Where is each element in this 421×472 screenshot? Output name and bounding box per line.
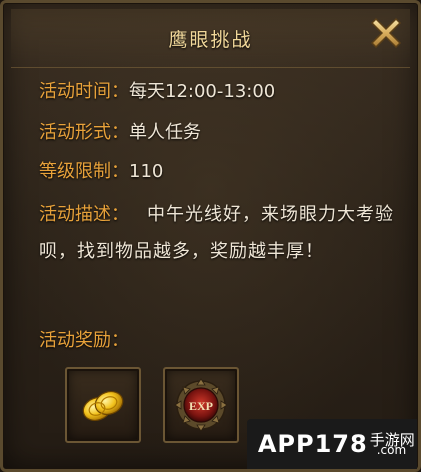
close-icon [370, 17, 402, 49]
form-row: 活动形式：单人任务 [39, 120, 201, 146]
exp-label: EXP [189, 399, 213, 413]
description-block: 活动描述： 中午光线好，来场眼力大考验呗，找到物品越多，奖励越丰厚！ [39, 196, 394, 270]
dialog-panel: 鹰眼挑战 活动时间：每天12:00-13:00 活动形式：单人任务 等级限制：1… [0, 0, 421, 472]
close-button[interactable] [362, 9, 410, 57]
watermark-main: APP178 [257, 430, 368, 458]
reward-label: 活动奖励： [39, 330, 129, 351]
level-row: 等级限制：110 [39, 159, 163, 185]
title-bar: 鹰眼挑战 [11, 9, 410, 68]
gold-coins-icon [82, 391, 124, 421]
reward-slot-exp[interactable]: EXP [163, 367, 239, 443]
form-value: 单人任务 [129, 122, 201, 143]
desc-label: 活动描述： [39, 204, 129, 225]
form-label: 活动形式： [39, 122, 129, 143]
time-value: 每天12:00-13:00 [129, 81, 276, 102]
time-row: 活动时间：每天12:00-13:00 [39, 79, 275, 105]
level-label: 等级限制： [39, 161, 129, 182]
dialog-title: 鹰眼挑战 [168, 28, 253, 51]
watermark-domain: .com [376, 443, 407, 457]
time-label: 活动时间： [39, 81, 129, 102]
level-value: 110 [129, 161, 164, 182]
reward-slot-gold[interactable] [65, 367, 141, 443]
exp-orb-icon: EXP [174, 378, 228, 432]
watermark: APP178 手游网 .com [247, 419, 417, 469]
